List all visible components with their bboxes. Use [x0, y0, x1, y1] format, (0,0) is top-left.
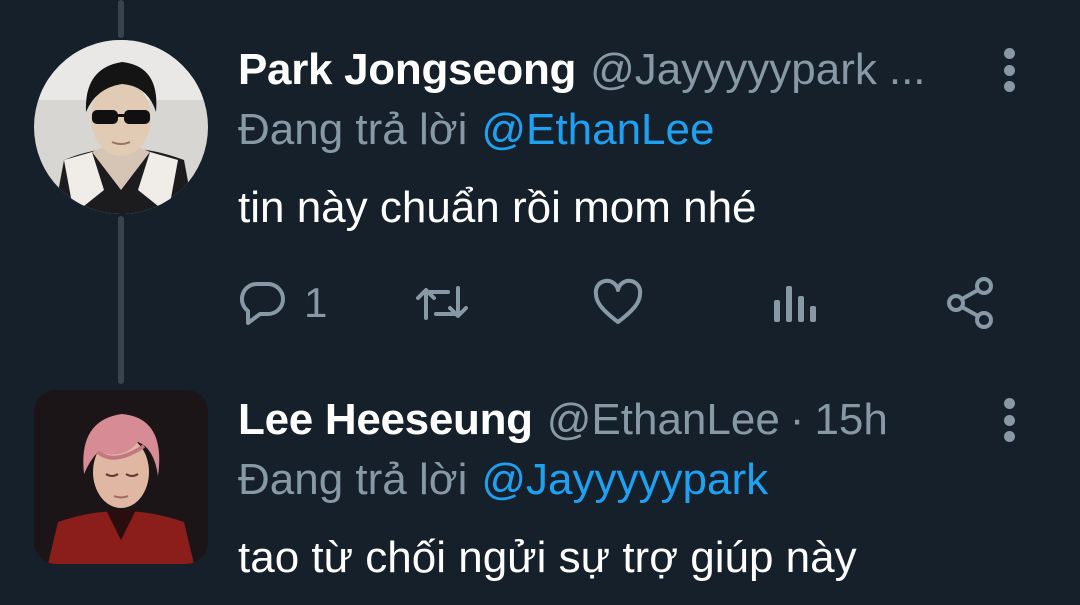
bar-chart-icon — [774, 286, 816, 322]
replying-to: Đang trả lời @EthanLee — [238, 102, 714, 158]
like-button[interactable] — [592, 275, 644, 331]
tweet-header: Park Jongseong @Jayyyyypark ... — [238, 42, 926, 98]
share-icon — [947, 277, 993, 329]
heart-icon — [593, 278, 643, 324]
analytics-button[interactable] — [772, 275, 816, 331]
tweet-header: Lee Heeseung @EthanLee · 15h — [238, 392, 888, 448]
avatar[interactable] — [34, 390, 208, 564]
mention-link[interactable]: @EthanLee — [481, 105, 714, 154]
more-options-icon[interactable] — [996, 398, 1022, 442]
mention-link[interactable]: @Jayyyyypark — [481, 455, 768, 504]
username-handle[interactable]: @EthanLee — [547, 392, 780, 448]
tweet-heeseung[interactable]: Lee Heeseung @EthanLee · 15h Đang trả lờ… — [0, 360, 1080, 605]
reply-button[interactable]: 1 — [238, 275, 327, 331]
tweet-text: tin này chuẩn rồi mom nhé — [238, 183, 757, 232]
avatar[interactable] — [34, 40, 208, 214]
separator-dot: · — [789, 395, 805, 444]
more-options-icon[interactable] — [996, 48, 1022, 92]
reply-count: 1 — [304, 279, 328, 326]
replying-to-label: Đang trả lời — [238, 455, 468, 504]
speech-bubble-icon — [239, 281, 285, 325]
truncation-ellipsis: ... — [888, 45, 926, 94]
timestamp[interactable]: 15h — [814, 392, 887, 448]
tweet-actions: 1 — [238, 275, 998, 331]
share-button[interactable] — [944, 275, 996, 331]
tweet-jongseong[interactable]: Park Jongseong @Jayyyyypark ... Đang trả… — [0, 0, 1080, 360]
display-name[interactable]: Park Jongseong — [238, 42, 576, 98]
retweet-button[interactable] — [414, 275, 470, 331]
replying-to-label: Đang trả lời — [238, 105, 468, 154]
tweet-text: tao từ chối ngửi sự trợ giúp này — [238, 533, 857, 582]
display-name[interactable]: Lee Heeseung — [238, 392, 533, 448]
username-handle[interactable]: @Jayyyyypark — [590, 42, 877, 98]
retweet-icon — [416, 286, 468, 320]
replying-to: Đang trả lời @Jayyyyypark — [238, 452, 768, 508]
